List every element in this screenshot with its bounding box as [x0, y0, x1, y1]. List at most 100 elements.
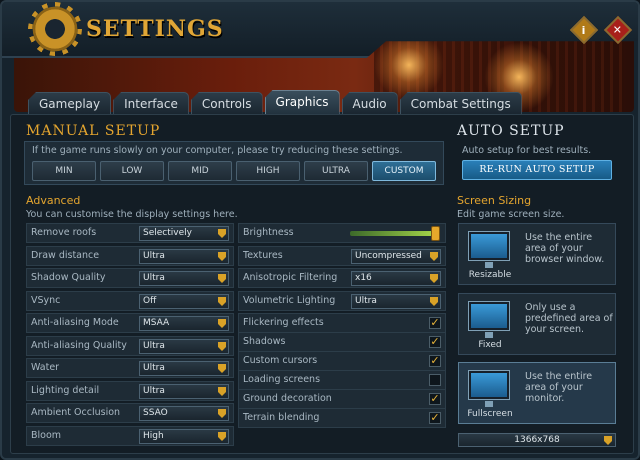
anti-aliasing-mode-dropdown[interactable]: MSAA: [139, 316, 229, 331]
draw-distance-dropdown[interactable]: Ultra: [139, 249, 229, 264]
setting-label: Ambient Occlusion: [31, 407, 121, 418]
tab-graphics[interactable]: Graphics: [264, 90, 340, 114]
bloom-dropdown[interactable]: High: [139, 429, 229, 444]
setting-ambient-occlusion: Ambient Occlusion SSAO: [26, 403, 234, 423]
setting-anti-aliasing-quality: Anti-aliasing Quality Ultra: [26, 336, 234, 356]
setting-label: Loading screens: [243, 374, 321, 385]
flickering-effects-checkbox[interactable]: ✓: [429, 317, 441, 329]
option-caption: Resizable: [468, 270, 512, 280]
setting-label: Custom cursors: [243, 355, 318, 366]
terrain-blending-checkbox[interactable]: ✓: [429, 412, 441, 424]
setting-shadows: Shadows ✓: [238, 332, 446, 352]
fixed-option[interactable]: Fixed Only use a predefined area of your…: [458, 293, 616, 355]
preset-custom-button[interactable]: CUSTOM: [372, 161, 436, 181]
dropdown-value: Ultra: [143, 251, 165, 261]
preset-min-button[interactable]: MIN: [32, 161, 96, 181]
rerun-auto-setup-button[interactable]: Re-run Auto Setup: [462, 160, 612, 180]
option-caption: Fullscreen: [467, 409, 513, 419]
preset-ultra-button[interactable]: ULTRA: [304, 161, 368, 181]
brightness-slider[interactable]: [350, 231, 438, 236]
dropdown-value: SSAO: [143, 408, 168, 418]
setting-remove-roofs: Remove roofs Selectively: [26, 223, 234, 243]
screen-sizing-subtitle: Edit game screen size.: [457, 209, 565, 220]
dropdown-value: Ultra: [143, 363, 165, 373]
chevron-down-icon: [218, 229, 226, 238]
setting-label: Shadow Quality: [31, 272, 106, 283]
lighting-detail-dropdown[interactable]: Ultra: [139, 384, 229, 399]
setting-volumetric-lighting: Volumetric Lighting Ultra: [238, 291, 446, 311]
setting-label: Lighting detail: [31, 385, 100, 396]
setting-label: Ground decoration: [243, 393, 332, 404]
dropdown-value: High: [143, 431, 164, 441]
chevron-down-icon: [218, 252, 226, 261]
resizable-option[interactable]: Resizable Use the entire area of your br…: [458, 223, 616, 285]
setting-label: Brightness: [243, 227, 294, 238]
tab-combat-settings[interactable]: Combat Settings: [399, 92, 522, 114]
setting-custom-cursors: Custom cursors ✓: [238, 351, 446, 371]
vsync-dropdown[interactable]: Off: [139, 294, 229, 309]
monitor-icon: [469, 302, 509, 338]
chevron-down-icon: [218, 297, 226, 306]
dropdown-value: Ultra: [143, 386, 165, 396]
settings-window: Settings i ✕ Gameplay Interface Controls…: [0, 0, 640, 460]
fullscreen-option[interactable]: Fullscreen Use the entire area of your m…: [458, 362, 616, 424]
advanced-title: Advanced: [26, 194, 81, 207]
dropdown-value: Selectively: [143, 228, 192, 238]
setting-bloom: Bloom High: [26, 426, 234, 446]
tab-audio[interactable]: Audio: [341, 92, 398, 114]
chevron-down-icon: [218, 409, 226, 418]
textures-dropdown[interactable]: Uncompressed: [351, 249, 441, 264]
tab-bar: Gameplay Interface Controls Graphics Aud…: [28, 90, 522, 114]
setting-label: Anti-aliasing Quality: [31, 340, 127, 351]
loading-screens-checkbox[interactable]: [429, 374, 441, 386]
setting-terrain-blending: Terrain blending ✓: [238, 408, 446, 428]
preset-high-button[interactable]: HIGH: [236, 161, 300, 181]
dropdown-value: Ultra: [143, 273, 165, 283]
setting-shadow-quality: Shadow Quality Ultra: [26, 268, 234, 288]
monitor-icon: [469, 232, 509, 268]
option-description: Use the entire area of your browser wind…: [525, 232, 605, 265]
chevron-down-icon: [430, 297, 438, 306]
option-description: Only use a predefined area of your scree…: [525, 302, 613, 335]
monitor-icon: [469, 371, 509, 407]
preset-low-button[interactable]: LOW: [100, 161, 164, 181]
remove-roofs-dropdown[interactable]: Selectively: [139, 226, 229, 241]
setting-anti-aliasing-mode: Anti-aliasing Mode MSAA: [26, 313, 234, 333]
advanced-subtitle: You can customise the display settings h…: [26, 209, 238, 220]
brightness-slider-handle[interactable]: [431, 226, 440, 241]
chevron-down-icon: [218, 364, 226, 373]
setting-draw-distance: Draw distance Ultra: [26, 246, 234, 266]
chevron-down-icon: [604, 436, 612, 445]
volumetric-lighting-dropdown[interactable]: Ultra: [351, 294, 441, 309]
setting-label: Textures: [243, 250, 283, 261]
setting-label: Bloom: [31, 430, 62, 441]
setting-lighting-detail: Lighting detail Ultra: [26, 381, 234, 401]
chevron-down-icon: [218, 387, 226, 396]
shadow-quality-dropdown[interactable]: Ultra: [139, 271, 229, 286]
setting-anisotropic-filtering: Anisotropic Filtering x16: [238, 268, 446, 288]
preset-mid-button[interactable]: MID: [168, 161, 232, 181]
ground-decoration-checkbox[interactable]: ✓: [429, 393, 441, 405]
auto-setup-hint: Auto setup for best results.: [462, 145, 592, 156]
setting-textures: Textures Uncompressed: [238, 246, 446, 266]
ambient-occlusion-dropdown[interactable]: SSAO: [139, 406, 229, 421]
anisotropic-filtering-dropdown[interactable]: x16: [351, 271, 441, 286]
tab-controls[interactable]: Controls: [190, 92, 263, 114]
setting-flickering-effects: Flickering effects ✓: [238, 313, 446, 333]
tab-interface[interactable]: Interface: [113, 92, 189, 114]
setting-ground-decoration: Ground decoration ✓: [238, 389, 446, 409]
setting-label: Anisotropic Filtering: [243, 272, 338, 283]
setting-label: Draw distance: [31, 250, 100, 261]
setting-label: Water: [31, 362, 60, 373]
chevron-down-icon: [430, 274, 438, 283]
shadows-checkbox[interactable]: ✓: [429, 336, 441, 348]
setting-vsync: VSync Off: [26, 291, 234, 311]
anti-aliasing-quality-dropdown[interactable]: Ultra: [139, 339, 229, 354]
water-dropdown[interactable]: Ultra: [139, 361, 229, 376]
setting-label: Shadows: [243, 336, 286, 347]
custom-cursors-checkbox[interactable]: ✓: [429, 355, 441, 367]
tab-gameplay[interactable]: Gameplay: [28, 92, 112, 114]
dropdown-value: Ultra: [143, 341, 165, 351]
resolution-dropdown[interactable]: 1366x768: [458, 433, 616, 447]
manual-setup-hint: If the game runs slowly on your computer…: [32, 145, 403, 156]
